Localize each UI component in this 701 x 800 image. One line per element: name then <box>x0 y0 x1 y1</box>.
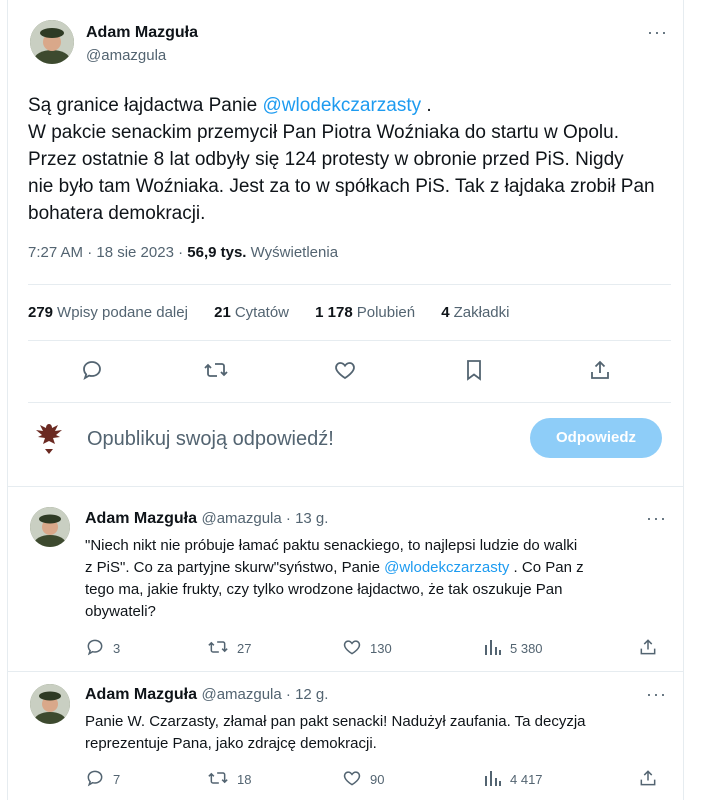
tweet-line: W pakcie senackim przemycił Pan Piotra W… <box>28 122 619 143</box>
repost-action[interactable]: 27 <box>207 637 251 660</box>
repost-icon <box>207 768 229 791</box>
eagle-avatar-icon <box>32 420 66 462</box>
views-label: Wyświetlenia <box>246 244 339 261</box>
more-options-icon[interactable]: ··· <box>647 22 668 43</box>
reposts-stat[interactable]: 279 Wpisy podane dalej <box>28 304 188 321</box>
reply-icon[interactable] <box>80 358 104 382</box>
author-name[interactable]: Adam Mazguła <box>85 510 197 527</box>
author-handle[interactable]: @amazgula · 12 g. <box>201 686 328 703</box>
divider <box>28 340 671 341</box>
like-icon <box>342 768 362 791</box>
divider <box>8 486 683 487</box>
reply-text: Panie W. Czarzasty, złamał pan pakt sena… <box>85 711 665 755</box>
like-action[interactable]: 90 <box>342 768 384 791</box>
tweet-thread: Adam Mazguła @amazgula ··· Są granice ła… <box>0 0 701 800</box>
avatar[interactable] <box>30 20 74 64</box>
reply-action[interactable]: 3 <box>85 637 120 660</box>
timestamp[interactable]: 7:27 AM · 18 sie 2023 · <box>28 244 187 261</box>
like-count: 90 <box>370 772 385 787</box>
quotes-stat[interactable]: 21 Cytatów <box>214 304 289 321</box>
divider <box>28 284 671 285</box>
share-icon[interactable] <box>638 637 658 657</box>
likes-stat[interactable]: 1 178 Polubień <box>315 304 415 321</box>
like-count: 130 <box>370 641 392 656</box>
repost-count: 18 <box>237 772 252 787</box>
repost-action[interactable]: 18 <box>207 768 251 791</box>
mention-link[interactable]: @wlodekczarzasty <box>384 559 509 576</box>
reply-input[interactable]: Opublikuj swoją odpowiedź! <box>87 428 334 451</box>
repost-icon <box>207 637 229 660</box>
share-icon[interactable] <box>588 358 612 382</box>
author-handle[interactable]: @amazgula · 13 g. <box>201 510 328 527</box>
more-options-icon[interactable]: ··· <box>646 508 667 529</box>
views-icon <box>484 637 502 660</box>
column-border-left <box>7 0 8 800</box>
views-action[interactable]: 5 380 <box>484 637 543 660</box>
views-count: 4 417 <box>510 772 543 787</box>
more-options-icon[interactable]: ··· <box>646 684 667 705</box>
reply-icon <box>85 768 105 791</box>
like-icon[interactable] <box>333 358 357 382</box>
reply-action[interactable]: 7 <box>85 768 120 791</box>
tweet-line: Są granice łajdactwa Panie @wlodekczarza… <box>28 95 432 116</box>
avatar[interactable] <box>30 507 70 547</box>
tweet-meta: 7:27 AM · 18 sie 2023 · 56,9 tys. Wyświe… <box>28 244 338 261</box>
tweet-stats: 279 Wpisy podane dalej 21 Cytatów 1 178 Pol… <box>28 304 531 321</box>
like-action[interactable]: 130 <box>342 637 392 660</box>
divider <box>8 671 683 672</box>
reply-line: tego ma, jakie frukty, czy tylko wrodzon… <box>85 581 563 598</box>
views-action[interactable]: 4 417 <box>484 768 543 791</box>
views-count: 5 380 <box>510 641 543 656</box>
author-name[interactable]: Adam Mazguła <box>85 686 197 703</box>
reply-header: Adam Mazguła @amazgula · 12 g. <box>85 686 328 704</box>
tweet-line: nie było tam Woźniaka. Jest za to w spół… <box>28 176 655 197</box>
views-icon <box>484 768 502 791</box>
reply-line: reprezentuje Pana, jako zdrajcę demokrac… <box>85 735 377 752</box>
tweet-text: Są granice łajdactwa Panie @wlodekczarza… <box>28 92 678 227</box>
author-handle[interactable]: @amazgula <box>86 47 166 64</box>
reply-line: z PiS". Co za partyjne skurw"syństwo, Pa… <box>85 559 584 576</box>
views-count: 56,9 tys. <box>187 244 247 261</box>
mention-link[interactable]: @wlodekczarzasty <box>262 95 421 116</box>
reply-count: 7 <box>113 772 121 787</box>
divider <box>28 402 671 403</box>
bookmark-icon[interactable] <box>463 358 485 382</box>
like-icon <box>342 637 362 660</box>
reply-header: Adam Mazguła @amazgula · 13 g. <box>85 510 328 528</box>
reply-button[interactable]: Odpowiedz <box>530 418 662 458</box>
reply-line: "Niech nikt nie próbuje łamać paktu sena… <box>85 537 578 554</box>
repost-count: 27 <box>237 641 252 656</box>
bookmarks-stat[interactable]: 4 Zakładki <box>441 304 509 321</box>
tweet-line: Przez ostatnie 8 lat odbyły się 124 prot… <box>28 149 624 170</box>
reply-line: Panie W. Czarzasty, złamał pan pakt sena… <box>85 713 586 730</box>
repost-icon[interactable] <box>203 358 229 382</box>
reply-text: "Niech nikt nie próbuje łamać paktu sena… <box>85 535 665 623</box>
author-name[interactable]: Adam Mazguła <box>86 24 198 42</box>
tweet-line: bohatera demokracji. <box>28 203 206 224</box>
reply-icon <box>85 637 105 660</box>
share-icon[interactable] <box>638 768 658 788</box>
reply-line: obywateli? <box>85 603 156 620</box>
avatar[interactable] <box>30 684 70 724</box>
reply-count: 3 <box>113 641 121 656</box>
column-border-right <box>683 0 684 800</box>
